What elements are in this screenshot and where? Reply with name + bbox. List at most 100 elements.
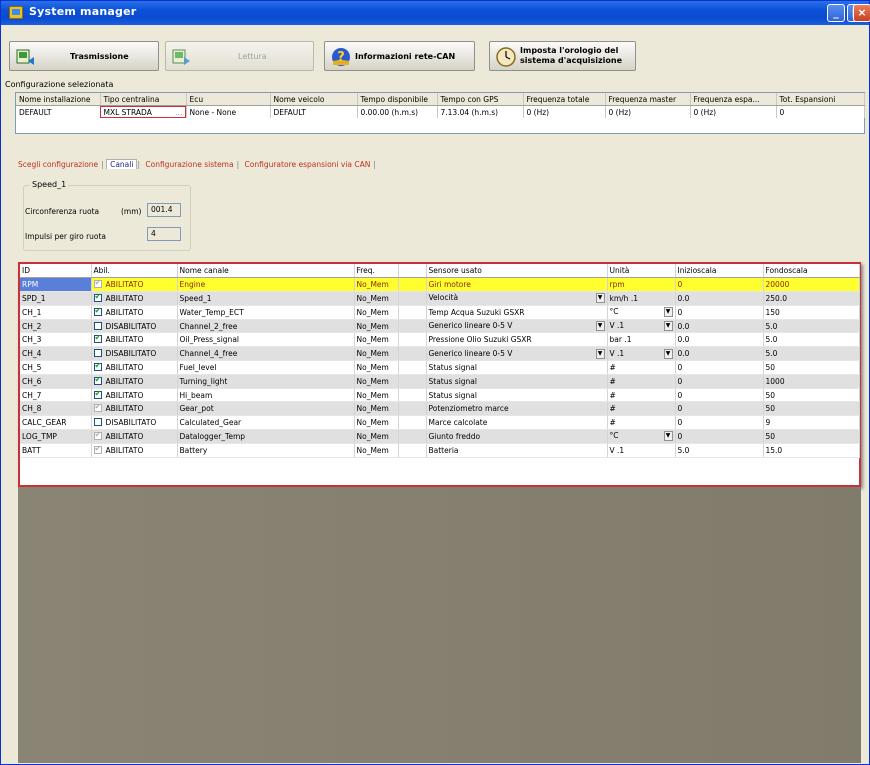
channel-row[interactable]: CH_4 DISABILITATO Channel_4_free No_Mem ▼ Gen…: [20, 346, 860, 362]
channel-enabled-cell[interactable]: DISABILITATO: [91, 415, 178, 431]
enabled-checkbox[interactable]: [93, 402, 102, 413]
channel-id[interactable]: CH_2: [20, 319, 92, 334]
channel-sensor[interactable]: ▼ Generico lineare 0-5 V: [426, 346, 608, 362]
column-header[interactable]: Freq.: [354, 264, 399, 279]
column-header[interactable]: Inizioscala: [675, 264, 764, 279]
channel-sensor[interactable]: Giunto freddo: [426, 429, 608, 444]
channel-id[interactable]: SPD_1: [20, 291, 92, 306]
title-bar[interactable]: System manager _ □: [1, 1, 869, 25]
channel-sensor[interactable]: ▼ Generico lineare 0-5 V: [426, 319, 608, 334]
channel-sensor[interactable]: Status signal: [426, 388, 608, 403]
enabled-checkbox[interactable]: [93, 361, 102, 371]
config-header[interactable]: Nome installazione: [16, 93, 101, 106]
channel-unit[interactable]: #: [607, 388, 676, 403]
channel-name[interactable]: Oil_Press_signal: [177, 332, 355, 348]
channel-scale-end[interactable]: 50: [763, 401, 860, 417]
channel-scale-start[interactable]: 0.0: [675, 319, 764, 334]
minimize-button[interactable]: _: [827, 4, 845, 22]
config-header[interactable]: Frequenza espa...: [690, 93, 777, 106]
enabled-checkbox[interactable]: [93, 430, 102, 440]
channel-name[interactable]: Water_Temp_ECT: [177, 305, 355, 320]
channel-sensor[interactable]: Giri motore: [426, 277, 608, 293]
channel-unit[interactable]: #: [607, 374, 676, 389]
channel-name[interactable]: Calculated_Gear: [177, 415, 355, 431]
channel-name[interactable]: Speed_1: [177, 291, 355, 306]
enabled-checkbox[interactable]: [93, 375, 102, 385]
channel-unit[interactable]: ▼ °C: [607, 305, 676, 320]
enabled-checkbox[interactable]: [93, 349, 102, 358]
channel-sensor[interactable]: Status signal: [426, 374, 608, 389]
enabled-checkbox[interactable]: [93, 333, 102, 344]
column-header[interactable]: Nome canale: [177, 264, 355, 279]
enabled-checkbox[interactable]: [93, 292, 102, 302]
channel-unit[interactable]: #: [607, 415, 676, 431]
channel-freq[interactable]: No_Mem: [354, 332, 399, 348]
sensor-dropdown-icon[interactable]: ▼: [595, 293, 605, 304]
channel-scale-start[interactable]: 5.0: [675, 443, 764, 458]
unit-dropdown-icon[interactable]: ▼: [663, 348, 673, 359]
enabled-checkbox[interactable]: [93, 444, 102, 454]
channel-enabled-cell[interactable]: ABILITATO: [91, 291, 178, 306]
channel-enabled-cell[interactable]: ABILITATO: [91, 360, 178, 375]
close-button[interactable]: ×: [853, 4, 870, 22]
channel-row[interactable]: CH_6 ABILITATO Turning_lightNo_Mem Status s…: [20, 374, 860, 389]
wheel-circumference-input[interactable]: 001.4: [147, 203, 181, 217]
tab-can-expansions[interactable]: Configuratore espansioni via CAN: [242, 160, 374, 169]
can-info-button[interactable]: ? Informazioni rete-CAN: [324, 41, 475, 71]
tab-system-config[interactable]: Configurazione sistema: [142, 160, 236, 169]
channel-scale-start[interactable]: 0: [675, 429, 764, 444]
channel-scale-start[interactable]: 0: [675, 401, 764, 417]
channel-id[interactable]: CH_7: [20, 388, 92, 403]
channel-scale-start[interactable]: 0: [675, 305, 764, 320]
channel-sensor[interactable]: Potenziometro marce: [426, 401, 608, 417]
channel-id[interactable]: CH_4: [20, 346, 92, 362]
channel-enabled-cell[interactable]: ABILITATO: [91, 443, 178, 458]
channel-row[interactable]: LOG_TMP ABILITATO Datalogger_TempNo_Mem Giu…: [20, 429, 860, 444]
channel-scale-end[interactable]: 5.0: [763, 346, 860, 362]
set-clock-button[interactable]: Imposta l'orologio del sistema d'acquisi…: [489, 41, 636, 71]
config-header[interactable]: Nome veicolo: [270, 93, 358, 106]
unit-dropdown-icon[interactable]: ▼: [663, 321, 673, 332]
channel-row[interactable]: CH_8 ABILITATO Gear_potNo_Mem Potenziometro…: [20, 401, 860, 417]
column-header[interactable]: Fondoscala: [763, 264, 860, 279]
enabled-checkbox[interactable]: [93, 389, 102, 399]
channel-id[interactable]: CH_3: [20, 332, 92, 348]
unit-dropdown-icon[interactable]: ▼: [663, 307, 673, 318]
config-cell-ecu-type[interactable]: MXL STRADA…: [100, 105, 187, 118]
channel-enabled-cell[interactable]: ABILITATO: [91, 332, 178, 348]
column-header[interactable]: Abil.: [91, 264, 178, 279]
channel-freq[interactable]: No_Mem: [354, 443, 399, 458]
tab-channels[interactable]: Canali: [106, 159, 138, 169]
column-header-blank[interactable]: [398, 264, 427, 279]
channel-id[interactable]: RPM: [20, 277, 92, 293]
channel-scale-end[interactable]: 50: [763, 360, 860, 375]
channel-sensor[interactable]: Batteria: [426, 443, 608, 458]
channel-sensor[interactable]: Pressione Olio Suzuki GSXR: [426, 332, 608, 348]
channel-sensor[interactable]: ▼ Velocità: [426, 291, 608, 306]
channel-id[interactable]: CALC_GEAR: [20, 415, 92, 431]
channel-unit[interactable]: rpm: [607, 277, 676, 293]
channel-freq[interactable]: No_Mem: [354, 305, 399, 320]
channel-unit[interactable]: ▼ V .1: [607, 319, 676, 334]
channel-scale-start[interactable]: 0.0: [675, 346, 764, 362]
channel-sensor[interactable]: Status signal: [426, 360, 608, 375]
channel-scale-start[interactable]: 0: [675, 360, 764, 375]
channel-id[interactable]: BATT: [20, 443, 92, 458]
channel-scale-start[interactable]: 0.0: [675, 332, 764, 348]
channel-id[interactable]: CH_8: [20, 401, 92, 417]
channel-freq[interactable]: No_Mem: [354, 388, 399, 403]
channel-freq[interactable]: No_Mem: [354, 360, 399, 375]
channel-scale-end[interactable]: 150: [763, 305, 860, 320]
pulses-per-rev-input[interactable]: 4: [147, 227, 181, 241]
channel-name[interactable]: Channel_4_free: [177, 346, 355, 362]
channel-id[interactable]: CH_6: [20, 374, 92, 389]
column-header[interactable]: ID: [20, 264, 92, 279]
channel-id[interactable]: CH_5: [20, 360, 92, 375]
channel-name[interactable]: Battery: [177, 443, 355, 458]
channel-freq[interactable]: No_Mem: [354, 429, 399, 444]
channel-freq[interactable]: No_Mem: [354, 291, 399, 306]
channel-row[interactable]: CH_3 ABILITATO Oil_Press_signalNo_Mem Press…: [20, 332, 860, 348]
config-header[interactable]: Tot. Espansioni: [776, 93, 865, 106]
enabled-checkbox[interactable]: [93, 278, 102, 289]
channel-enabled-cell[interactable]: DISABILITATO: [91, 319, 178, 334]
